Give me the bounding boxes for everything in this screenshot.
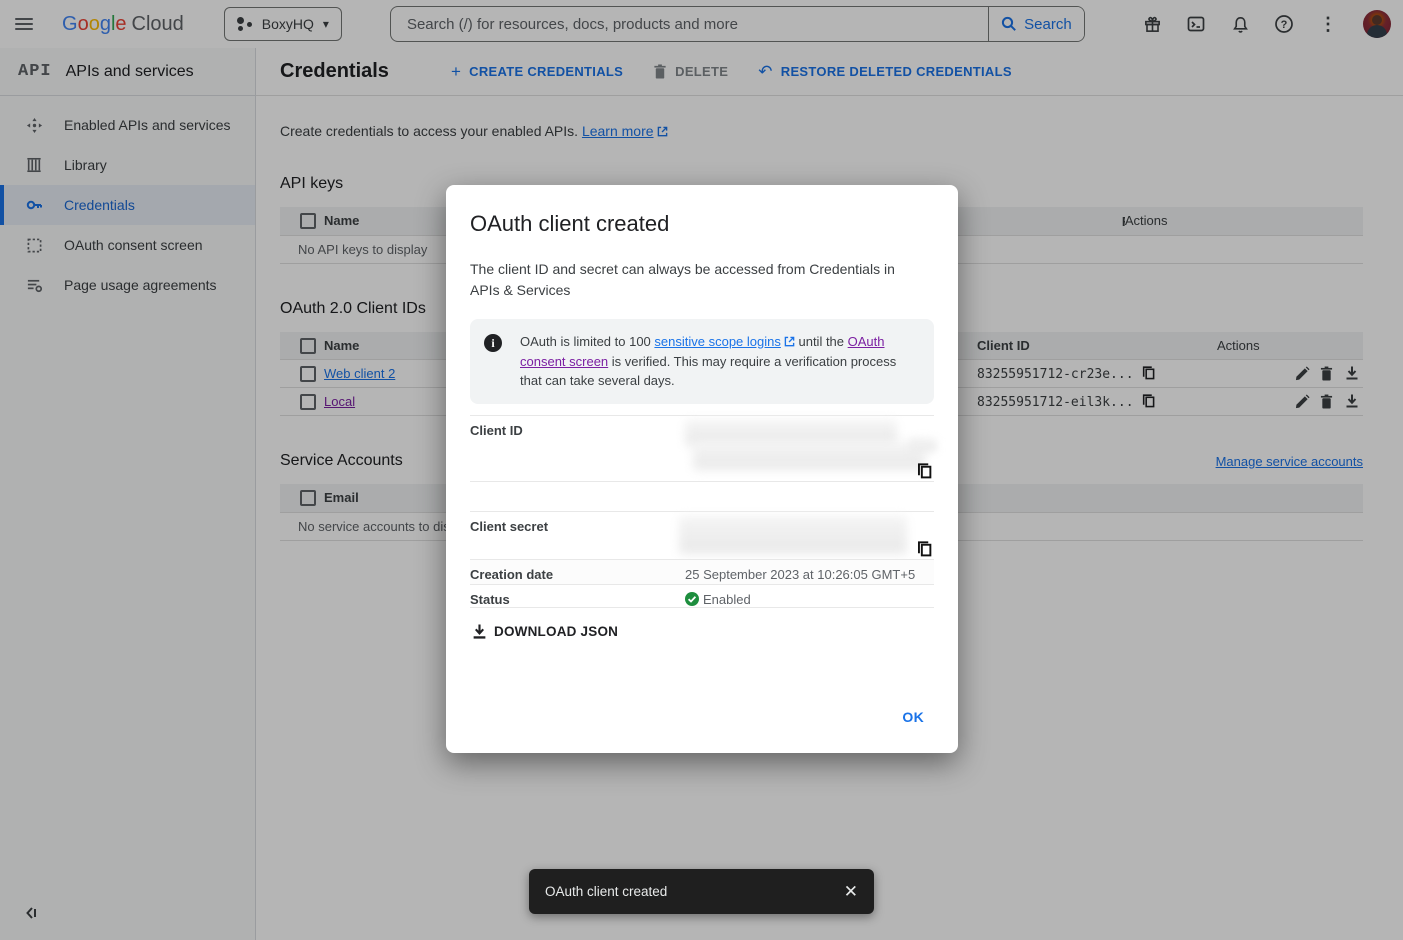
status-check-icon bbox=[685, 592, 699, 606]
client-secret-value-redacted bbox=[685, 512, 934, 559]
snackbar: OAuth client created ✕ bbox=[529, 869, 874, 914]
notice-segment: OAuth is limited to 100 bbox=[520, 334, 654, 349]
snackbar-message: OAuth client created bbox=[545, 884, 667, 899]
close-icon[interactable]: ✕ bbox=[844, 883, 858, 900]
sensitive-scope-logins-link[interactable]: sensitive scope logins bbox=[654, 334, 780, 349]
dialog-description: The client ID and secret can always be a… bbox=[470, 259, 910, 301]
client-id-row: Client ID bbox=[470, 415, 934, 481]
oauth-client-created-dialog: OAuth client created The client ID and s… bbox=[446, 185, 958, 753]
client-secret-label: Client secret bbox=[470, 512, 685, 559]
notice-segment: until the bbox=[795, 334, 848, 349]
info-icon: i bbox=[484, 334, 502, 352]
status-badge: Enabled bbox=[703, 592, 751, 607]
external-link-icon bbox=[784, 336, 795, 347]
download-icon bbox=[472, 624, 487, 640]
client-id-label: Client ID bbox=[470, 416, 685, 481]
creation-date-label: Creation date bbox=[470, 560, 685, 584]
notice-text: OAuth is limited to 100 sensitive scope … bbox=[520, 332, 918, 391]
creation-date-row: Creation date 25 September 2023 at 10:26… bbox=[470, 559, 934, 584]
copy-icon[interactable] bbox=[917, 541, 932, 557]
creation-date-value: 25 September 2023 at 10:26:05 GMT+5 bbox=[685, 560, 934, 584]
ok-button[interactable]: OK bbox=[894, 703, 932, 731]
field-spacer bbox=[470, 481, 934, 511]
dialog-fields: Client ID Client secret Creation date 2 bbox=[470, 415, 934, 608]
google-cloud-console: Google Cloud BoxyHQ ▾ Search ? ⋮ API bbox=[0, 0, 1403, 940]
client-secret-row: Client secret bbox=[470, 511, 934, 559]
verification-notice: i OAuth is limited to 100 sensitive scop… bbox=[470, 319, 934, 404]
status-row: Status Enabled bbox=[470, 584, 934, 608]
download-json-button[interactable]: DOWNLOAD JSON bbox=[470, 620, 620, 644]
client-id-value-redacted bbox=[685, 416, 934, 481]
dialog-title: OAuth client created bbox=[470, 211, 934, 237]
status-label: Status bbox=[470, 585, 685, 607]
copy-icon[interactable] bbox=[917, 463, 932, 479]
download-json-label: DOWNLOAD JSON bbox=[494, 624, 618, 639]
